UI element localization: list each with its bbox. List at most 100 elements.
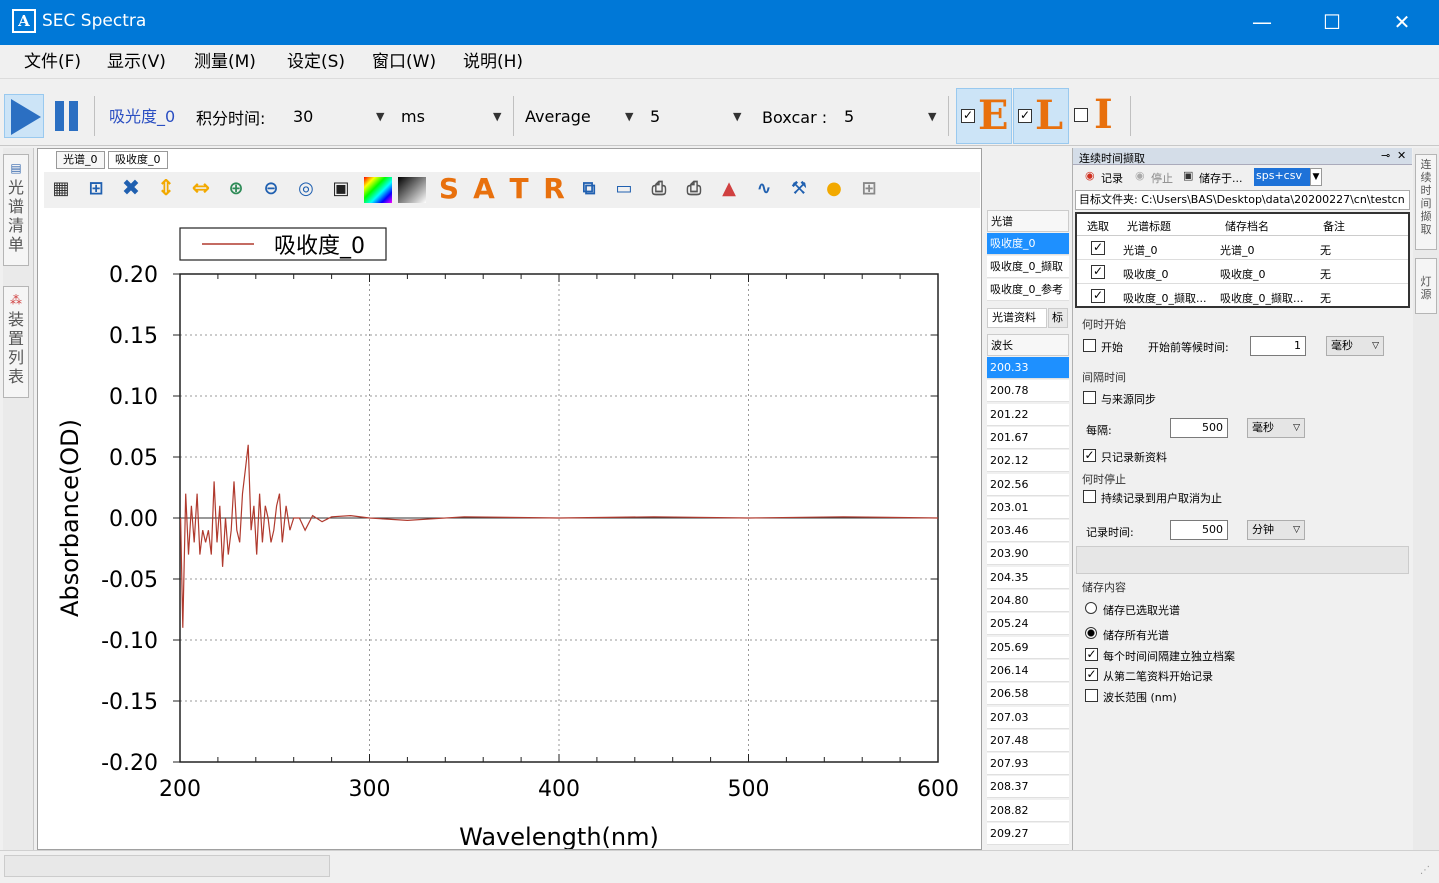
toggle-e-checkbox[interactable]: ✓	[961, 109, 975, 123]
vertical-scale-icon[interactable]: ⇕	[151, 174, 181, 206]
wavelength-row[interactable]: 208.37	[987, 776, 1069, 799]
every-unit-select[interactable]: 毫秒 ▽	[1247, 418, 1305, 438]
unit-dropdown-icon[interactable]: ▼	[493, 110, 501, 123]
chart-tab-absorbance[interactable]: 吸收度_0	[108, 151, 168, 169]
spectrum-item[interactable]: 吸收度_0	[987, 233, 1069, 255]
until-cancel-checkbox[interactable]	[1083, 490, 1096, 503]
wait-unit-select[interactable]: 毫秒 ▽	[1326, 336, 1384, 356]
start-checkbox[interactable]	[1083, 339, 1096, 352]
menu-measure[interactable]: 测量(M)	[194, 51, 256, 75]
sync-checkbox[interactable]	[1083, 391, 1096, 404]
panel-close-icon[interactable]: ✕	[1397, 149, 1406, 162]
absorbance-chart[interactable]: 0.20 0.15 0.10 0.05 0.00 -0.05 -0.10 -0.15 -0.20…	[38, 210, 980, 849]
format-select[interactable]: sps+csv	[1254, 168, 1310, 186]
marker-icon[interactable]: ●	[819, 174, 849, 206]
wavelength-row[interactable]: 205.69	[987, 636, 1069, 659]
add-window-icon[interactable]: ⊞	[81, 174, 111, 206]
wavelength-row[interactable]: 201.22	[987, 403, 1069, 426]
zoom-out-icon[interactable]: ⊖	[256, 174, 286, 206]
dark-mode-icon[interactable]: ▣	[326, 174, 356, 206]
wavelength-row[interactable]: 209.27	[987, 823, 1069, 845]
mode-s-button[interactable]: S	[434, 174, 464, 206]
spectrum-name[interactable]: 吸光度_0	[109, 107, 175, 127]
chart-tab-spectrum[interactable]: 光谱_0	[56, 151, 105, 169]
zoom-in-icon[interactable]: ⊕	[221, 174, 251, 206]
toggle-i-checkbox[interactable]	[1074, 108, 1088, 122]
boxcar-dropdown-icon[interactable]: ▼	[928, 110, 936, 123]
grayscale-icon[interactable]	[398, 177, 426, 203]
row-checkbox[interactable]: ✓	[1091, 265, 1105, 279]
tab-spectrum-list[interactable]: ▤ 光谱清单	[3, 154, 29, 266]
average-dropdown-icon[interactable]: ▼	[733, 110, 741, 123]
print-icon[interactable]: ⎙	[679, 174, 709, 206]
wavelength-row[interactable]: 207.93	[987, 753, 1069, 776]
separate-files-checkbox[interactable]: ✓	[1085, 648, 1098, 661]
resize-grip-icon[interactable]: ⋰	[1420, 865, 1430, 876]
tab-device-list[interactable]: ⁂ 装置列表	[3, 286, 29, 398]
color-spectrum-icon[interactable]	[364, 177, 392, 203]
wavelength-row[interactable]: 206.58	[987, 683, 1069, 706]
menu-view[interactable]: 显示(V)	[107, 51, 166, 75]
save-all-radio[interactable]	[1085, 627, 1097, 639]
fit-all-icon[interactable]: ✖	[116, 174, 146, 206]
save-icon[interactable]: ▭	[609, 174, 639, 206]
record-time-input[interactable]: 500	[1170, 520, 1228, 540]
format-dropdown-icon[interactable]: ▼	[1310, 168, 1322, 186]
wavelength-row[interactable]: 204.80	[987, 590, 1069, 612]
table-row[interactable]: ✓ 吸收度_0_撷取... 吸收度_0_撷取... 无	[1077, 285, 1408, 306]
every-input[interactable]: 500	[1170, 418, 1228, 438]
row-checkbox[interactable]: ✓	[1091, 289, 1105, 303]
grid-icon[interactable]: ⊞	[854, 174, 884, 206]
menu-window[interactable]: 窗口(W)	[372, 51, 436, 75]
zoom-box-icon[interactable]: ◎	[291, 174, 321, 206]
copy-icon[interactable]: ⧉	[574, 174, 604, 206]
row-checkbox[interactable]: ✓	[1091, 241, 1105, 255]
maximize-button[interactable]: ☐	[1297, 0, 1367, 45]
stop-button[interactable]: 停止	[1151, 170, 1173, 186]
wl-range-checkbox[interactable]	[1085, 689, 1098, 702]
average-mode-dropdown-icon[interactable]: ▼	[625, 110, 633, 123]
save-selected-radio[interactable]	[1085, 602, 1097, 614]
table-icon[interactable]: ▦	[46, 174, 76, 206]
wavelength-row[interactable]: 203.90	[987, 543, 1069, 566]
horizontal-scale-icon[interactable]: ⇔	[186, 174, 216, 206]
print-preview-icon[interactable]: ⎙	[644, 174, 674, 206]
mode-t-button[interactable]: T	[504, 174, 534, 206]
save-to-button[interactable]: 储存于...	[1199, 170, 1243, 186]
table-row[interactable]: ✓ 光谱_0 光谱_0 无	[1077, 237, 1408, 260]
peak-icon[interactable]: ▲	[714, 174, 744, 206]
menu-help[interactable]: 说明(H)	[463, 51, 523, 75]
tab-continuous-capture[interactable]: 连续时间撷取	[1415, 154, 1437, 250]
wavelength-row[interactable]: 202.12	[987, 450, 1069, 473]
wavelength-row[interactable]: 200.33	[987, 357, 1069, 379]
pin-icon[interactable]: ⊸	[1381, 149, 1390, 162]
menu-file[interactable]: 文件(F)	[24, 51, 81, 75]
play-button[interactable]	[4, 94, 44, 138]
tab-lamp[interactable]: 灯源	[1415, 258, 1437, 314]
wavelength-row[interactable]: 204.35	[987, 566, 1069, 589]
toggle-l-checkbox[interactable]: ✓	[1018, 109, 1032, 123]
wavelength-row[interactable]: 201.67	[987, 426, 1069, 449]
close-button[interactable]: ✕	[1367, 0, 1437, 45]
measure-icon[interactable]: ⚒	[784, 174, 814, 206]
wavelength-row[interactable]: 205.24	[987, 613, 1069, 636]
average-input[interactable]: 5	[650, 107, 660, 127]
boxcar-input[interactable]: 5	[844, 107, 854, 127]
wavelength-row[interactable]: 203.46	[987, 520, 1069, 543]
wavelength-row[interactable]: 208.82	[987, 799, 1069, 822]
target-folder[interactable]: 目标文件夹: C:\Users\BAS\Desktop\data\2020022…	[1075, 190, 1410, 210]
toggle-l[interactable]: ✓ L	[1013, 88, 1069, 144]
from-second-checkbox[interactable]: ✓	[1085, 668, 1098, 681]
tab-spectrum-data[interactable]: 光谱资料	[987, 308, 1047, 328]
record-time-unit-select[interactable]: 分钟 ▽	[1247, 520, 1305, 540]
peak-search-icon[interactable]: ∿	[749, 174, 779, 206]
toggle-i[interactable]: I	[1070, 88, 1126, 144]
pause-button[interactable]	[52, 98, 82, 134]
integration-time-input[interactable]: 30	[293, 107, 313, 127]
mode-a-button[interactable]: A	[469, 174, 499, 206]
integration-dropdown-icon[interactable]: ▼	[376, 110, 384, 123]
wavelength-row[interactable]: 203.01	[987, 496, 1069, 519]
record-button[interactable]: 记录	[1101, 170, 1123, 186]
wavelength-row[interactable]: 207.03	[987, 706, 1069, 729]
spectrum-item[interactable]: 吸收度_0_参考	[987, 279, 1069, 301]
